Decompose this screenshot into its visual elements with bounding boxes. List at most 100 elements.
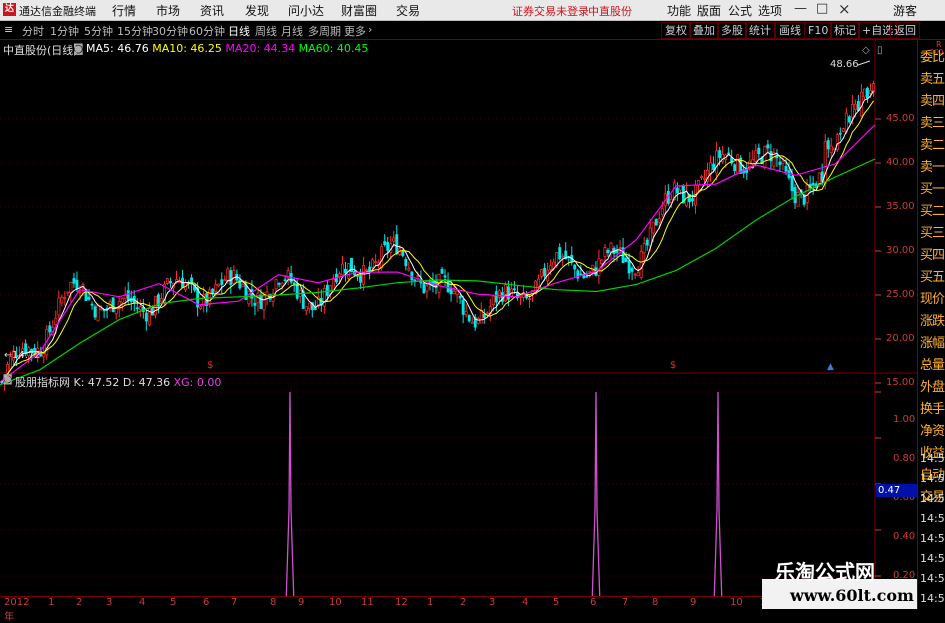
candle-body <box>660 208 664 216</box>
rp-time-2: 14:56 <box>920 492 945 505</box>
more-chevron-icon[interactable]: › <box>368 23 372 36</box>
candle-body <box>169 281 172 284</box>
diamond-icon[interactable]: ◇ <box>862 45 870 56</box>
x-tick-17: 5 <box>553 597 560 608</box>
candle-body <box>440 268 444 274</box>
btn-draw-line[interactable]: 画线 <box>775 22 805 39</box>
menu-ask-xiaoda[interactable]: 问小达 <box>288 2 324 19</box>
period-30min[interactable]: 30分钟 <box>152 23 188 39</box>
guest-user[interactable]: 游客 <box>893 2 917 19</box>
candle-body <box>476 318 480 324</box>
btn-f10[interactable]: F10 <box>804 22 833 39</box>
rp-label-17[interactable]: 净资 <box>920 420 945 439</box>
rp-label-14[interactable]: 总量 <box>920 354 945 373</box>
event-marker[interactable]: $ <box>207 360 213 371</box>
candle-body <box>48 325 52 333</box>
rp-label-16[interactable]: 换手 <box>920 398 945 417</box>
period-monthly[interactable]: 月线 <box>281 23 303 39</box>
rp-label-5[interactable]: 卖一 <box>920 156 945 175</box>
candle-body <box>841 128 845 133</box>
maximize-icon[interactable]: □ <box>816 1 828 16</box>
rp-label-10[interactable]: 买五 <box>920 266 945 285</box>
btn-mark[interactable]: 标记 <box>830 22 860 39</box>
x-tick-0: 2012年 <box>4 597 30 623</box>
menu-market[interactable]: 市场 <box>156 2 180 19</box>
candle-body <box>87 296 91 300</box>
menu-news[interactable]: 资讯 <box>200 2 224 19</box>
period-15min[interactable]: 15分钟 <box>117 23 153 39</box>
event-triangle-icon[interactable]: ▲ <box>827 362 834 372</box>
login-notice[interactable]: 证券交易未登录 <box>512 3 589 19</box>
rp-label-1[interactable]: 卖五 <box>920 68 945 87</box>
price-chart[interactable] <box>0 40 917 609</box>
event-marker[interactable]: $ <box>670 360 676 371</box>
candle-body <box>636 272 640 277</box>
btn-adjust-rights[interactable]: 复权 <box>661 22 691 39</box>
rp-label-12[interactable]: 涨跌 <box>920 310 945 329</box>
close-icon[interactable]: × <box>838 0 851 18</box>
candle-body <box>829 145 833 153</box>
candle-body <box>850 104 854 118</box>
price-tick-15: 15.00 <box>886 377 915 388</box>
period-more[interactable]: 更多 <box>344 23 366 39</box>
period-intraday[interactable]: 分时 <box>22 23 44 39</box>
indicator-settings-icon[interactable]: ◙ <box>3 374 13 385</box>
x-tick-9: 9 <box>298 597 305 608</box>
menu-layout[interactable]: 版面 <box>697 2 721 19</box>
period-multi[interactable]: 多周期 <box>308 23 341 39</box>
period-1min[interactable]: 1分钟 <box>50 23 79 39</box>
period-5min[interactable]: 5分钟 <box>84 23 113 39</box>
menu-market-quotes[interactable]: 行情 <box>112 2 136 19</box>
menu-discover[interactable]: 发现 <box>245 2 269 19</box>
menu-formula[interactable]: 公式 <box>728 2 752 19</box>
high-price-label: 48.66 <box>830 59 859 70</box>
candle-body <box>715 150 719 174</box>
candle-body <box>470 321 474 324</box>
candle-body <box>691 198 694 202</box>
rp-label-2[interactable]: 卖四 <box>920 90 945 109</box>
rp-label-13[interactable]: 涨幅 <box>920 332 945 351</box>
x-tick-6: 6 <box>203 597 210 608</box>
menu-functions[interactable]: 功能 <box>667 2 691 19</box>
candle-body <box>383 241 387 245</box>
btn-overlay[interactable]: 叠加 <box>689 22 719 39</box>
btn-back[interactable]: 返回 <box>890 22 920 39</box>
panel-toggle-icon[interactable]: ▯ <box>877 45 883 56</box>
price-tick-35: 35.00 <box>886 201 915 212</box>
candle-body <box>826 140 830 150</box>
rp-label-8[interactable]: 买三 <box>920 222 945 241</box>
btn-statistics[interactable]: 统计 <box>745 22 775 39</box>
rp-label-11[interactable]: 现价 <box>920 288 945 307</box>
period-weekly[interactable]: 周线 <box>255 23 277 39</box>
indicator-current-value: 0.47 <box>876 484 918 497</box>
candle-body <box>126 290 130 301</box>
minimize-icon[interactable]: — <box>794 1 807 16</box>
candle-body <box>485 312 489 315</box>
candle-body <box>60 297 64 304</box>
period-60min[interactable]: 60分钟 <box>189 23 225 39</box>
rp-label-0[interactable]: 委比 <box>920 46 945 65</box>
candle-body <box>482 314 486 318</box>
rp-label-3[interactable]: 卖三 <box>920 112 945 131</box>
candle-body <box>120 298 124 303</box>
candle-body <box>99 308 103 311</box>
rp-label-4[interactable]: 卖二 <box>920 134 945 153</box>
menu-trade[interactable]: 交易 <box>396 2 420 19</box>
toolbar-menu-icon[interactable]: ≡ <box>4 23 13 36</box>
rp-label-6[interactable]: 买一 <box>920 178 945 197</box>
rp-label-7[interactable]: 买二 <box>920 200 945 219</box>
menu-wealth-circle[interactable]: 财富圈 <box>341 2 377 19</box>
period-daily[interactable]: 日线 <box>228 23 250 39</box>
menu-options[interactable]: 选项 <box>758 2 782 19</box>
x-tick-3: 3 <box>106 597 113 608</box>
candle-body <box>253 302 257 306</box>
quote-side-panel: R 500 委比 卖五 卖四 卖三 卖二 卖一 买一 买二 买三 买四 买五 现价 涨跌 涨幅 总量 外盘 换手… <box>917 40 945 609</box>
candle-body <box>639 251 643 278</box>
candle-body <box>844 112 848 133</box>
candle-body <box>404 258 408 267</box>
candle-body <box>199 306 203 309</box>
btn-multi-stock[interactable]: 多股 <box>717 22 747 39</box>
x-tick-16: 4 <box>522 597 529 608</box>
rp-label-9[interactable]: 买四 <box>920 244 945 263</box>
rp-label-15[interactable]: 外盘 <box>920 376 945 395</box>
